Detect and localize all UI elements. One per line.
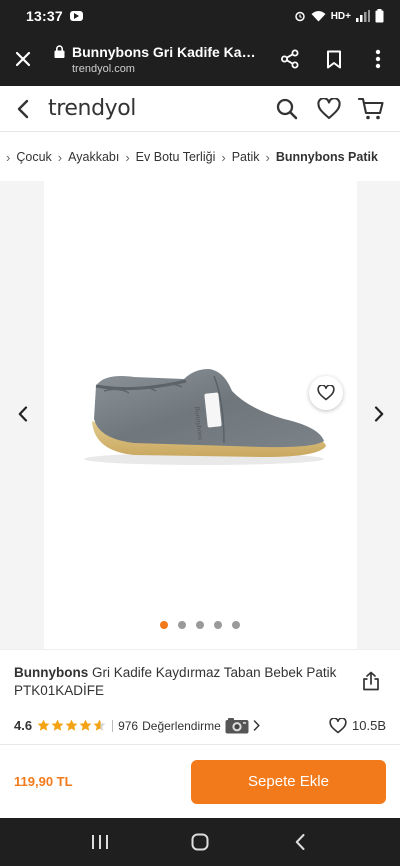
more-vertical-icon: [375, 49, 381, 69]
breadcrumb-item-current[interactable]: Bunnybons Patik: [276, 150, 378, 164]
chevron-left-icon: [17, 99, 29, 118]
chevron-left-icon: [18, 406, 28, 422]
breadcrumb-item-ayakkabi[interactable]: Ayakkabı: [68, 150, 119, 164]
product-title: Bunnybons Gri Kadife Kaydırmaz Taban Beb…: [14, 664, 348, 700]
close-icon: [15, 51, 31, 67]
bookmark-icon: [327, 50, 341, 68]
star-half-icon: [93, 719, 106, 731]
breadcrumb-separator: ›: [221, 149, 226, 165]
trendyol-logo[interactable]: trendyol: [48, 96, 136, 121]
star-icon: [37, 719, 50, 731]
wifi-icon: [311, 11, 326, 22]
alarm-icon: [294, 11, 305, 22]
breadcrumb-separator: ›: [57, 149, 63, 165]
recent-apps-icon: [92, 835, 108, 849]
gallery-dot-5[interactable]: [232, 621, 240, 629]
browser-url: trendyol.com: [72, 62, 135, 75]
status-time: 13:37: [26, 8, 63, 24]
signal-icon: [356, 10, 370, 22]
favorites-button[interactable]: [308, 86, 350, 132]
network-type: HD+: [330, 10, 351, 22]
review-label[interactable]: Değerlendirme: [142, 719, 221, 733]
breadcrumb-separator: ›: [125, 149, 130, 165]
gallery-prev-button[interactable]: [12, 400, 34, 428]
browser-toolbar: Bunnybons Gri Kadife Kaydırmaz Taban Beb…: [0, 32, 400, 86]
camera-icon: [225, 718, 249, 734]
browser-menu-button[interactable]: [356, 32, 400, 86]
youtube-notification-icon: [69, 11, 83, 21]
lock-icon: [54, 45, 65, 58]
star-icon: [79, 719, 92, 731]
star-icon: [51, 719, 64, 731]
bookmark-button[interactable]: [312, 32, 356, 86]
product-price: 119,90 TL: [14, 774, 73, 789]
favorite-count[interactable]: 10.5B: [329, 717, 386, 734]
gallery-next-button[interactable]: [368, 400, 390, 428]
site-header: trendyol: [0, 86, 400, 132]
chevron-right-icon: [374, 406, 384, 422]
chevron-right-icon: [253, 720, 260, 731]
browser-address-area[interactable]: Bunnybons Gri Kadife Kaydırmaz Taban Beb…: [46, 44, 268, 75]
breadcrumb-item-ev-botu-terligi[interactable]: Ev Botu Terliği: [136, 150, 216, 164]
breadcrumb-item-patik[interactable]: Patik: [232, 150, 260, 164]
reviews-chevron[interactable]: [253, 720, 260, 731]
breadcrumb-item-cocuk[interactable]: Çocuk: [16, 150, 51, 164]
browser-page-title: Bunnybons Gri Kadife Kaydırmaz Taban Beb…: [72, 43, 262, 60]
product-gallery[interactable]: Bunnybons: [0, 181, 400, 649]
heart-icon: [317, 385, 335, 401]
rating-stars: [37, 719, 106, 732]
android-navigation-bar: [0, 818, 400, 866]
product-info: Bunnybons Gri Kadife Kaydırmaz Taban Beb…: [0, 649, 400, 744]
breadcrumb: › Çocuk › Ayakkabı › Ev Botu Terliği › P…: [0, 133, 400, 181]
review-count[interactable]: 976: [118, 719, 138, 733]
photo-reviews-button[interactable]: [225, 717, 249, 734]
cart-icon: [358, 97, 384, 119]
home-button[interactable]: [180, 822, 220, 862]
favorite-count-value: 10.5B: [352, 718, 386, 733]
gallery-pagination: [0, 621, 400, 629]
product-image[interactable]: Bunnybons: [44, 181, 357, 649]
gallery-dot-3[interactable]: [196, 621, 204, 629]
back-button[interactable]: [0, 86, 46, 132]
breadcrumb-separator: ›: [265, 149, 270, 165]
status-bar: 13:37 HD+: [0, 0, 400, 32]
search-icon: [276, 98, 298, 119]
recent-apps-button[interactable]: [80, 822, 120, 862]
back-icon: [295, 834, 305, 850]
divider: [112, 719, 114, 732]
share-product-button[interactable]: [358, 668, 384, 694]
rating-row: 4.6 976 Değerlendirme 10.5B: [0, 700, 400, 734]
buy-bar: 119,90 TL Sepete Ekle: [0, 744, 400, 818]
heart-icon: [329, 717, 347, 733]
star-icon: [65, 719, 78, 731]
status-icons: HD+: [294, 9, 384, 23]
gallery-dot-2[interactable]: [178, 621, 186, 629]
shoe-illustration: [84, 369, 326, 465]
rating-value: 4.6: [14, 718, 33, 733]
product-brand[interactable]: Bunnybons: [14, 665, 88, 680]
close-tab-button[interactable]: [0, 32, 46, 86]
system-back-button[interactable]: [280, 822, 320, 862]
home-icon: [191, 833, 209, 851]
battery-icon: [375, 9, 384, 23]
share-upload-icon: [363, 671, 379, 691]
page: 13:37 HD+ Bunnybons Gri Kadife Kaydırmaz…: [0, 0, 400, 866]
add-to-cart-button[interactable]: Sepete Ekle: [191, 759, 386, 804]
search-button[interactable]: [266, 86, 308, 132]
breadcrumb-separator: ›: [6, 149, 11, 165]
gallery-dot-1[interactable]: [160, 621, 168, 629]
cart-button[interactable]: [350, 86, 392, 132]
heart-icon: [317, 97, 341, 119]
share-page-button[interactable]: [268, 32, 312, 86]
share-icon: [281, 49, 299, 69]
add-favorite-button[interactable]: [309, 376, 343, 410]
gallery-dot-4[interactable]: [214, 621, 222, 629]
